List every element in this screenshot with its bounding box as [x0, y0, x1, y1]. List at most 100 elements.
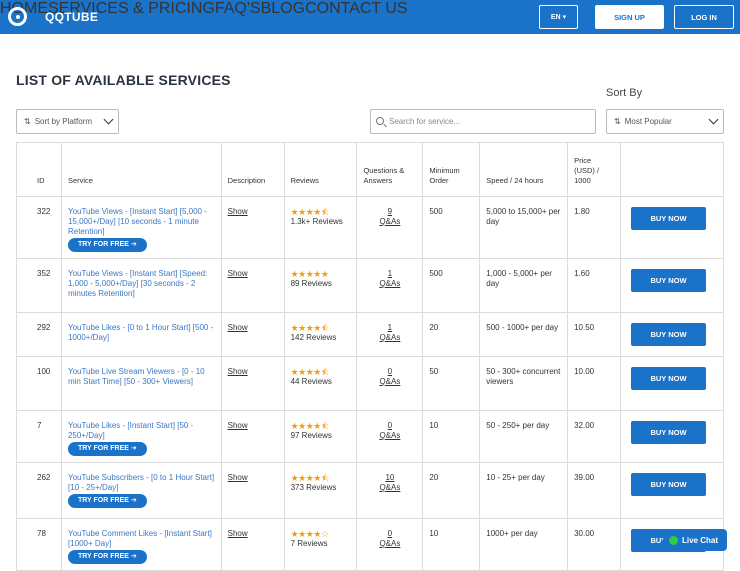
qa-cell[interactable]: 1 Q&As	[356, 312, 424, 357]
qa-cell[interactable]: 1 Q&As	[356, 258, 424, 313]
service-link[interactable]: YouTube Views - [Instant Start] [Speed: …	[68, 269, 215, 299]
qa-count[interactable]: 0	[363, 421, 416, 431]
filter-icon: ⇅	[24, 117, 31, 126]
logo-icon	[8, 7, 27, 26]
star-rating-icon: ★★★★⯪	[290, 473, 330, 483]
page-title: LIST OF AVAILABLE SERVICES	[16, 72, 231, 88]
service-search-input[interactable]: Search for service...	[370, 109, 596, 134]
live-chat-button[interactable]: Live Chat	[663, 529, 727, 551]
search-icon	[376, 117, 384, 125]
nav-contact-us[interactable]: CONTACT US	[305, 0, 408, 17]
nav-blog[interactable]: BLOG	[261, 0, 305, 17]
qa-cell[interactable]: 9 Q&As	[356, 196, 424, 259]
price-cell: 1.80	[567, 196, 621, 259]
show-description-link[interactable]: Show	[228, 323, 248, 332]
log-in-button[interactable]: LOG IN	[674, 5, 734, 29]
qa-link[interactable]: Q&As	[363, 279, 416, 289]
service-cell: YouTube Views - [Instant Start] [5,000 -…	[60, 196, 222, 259]
table-row: 7 YouTube Likes - [Instant Start] [50 - 2…	[16, 410, 724, 463]
top-navbar: QQTUBE HOMESERVICES & PRICINGFAQ'SBLOGCO…	[0, 0, 740, 34]
service-link[interactable]: YouTube Live Stream Viewers - [0 - 10 mi…	[68, 367, 215, 387]
show-description-link[interactable]: Show	[228, 207, 248, 216]
col-speed: Speed / 24 hours	[479, 142, 569, 197]
sort-select[interactable]: ⇅ Most Popular	[606, 109, 724, 134]
qa-count[interactable]: 10	[363, 473, 416, 483]
price-cell: 10.00	[567, 356, 621, 411]
action-cell: BUY NOW	[620, 258, 724, 313]
review-count: 1.3k+ Reviews	[290, 217, 343, 226]
table-row: 292 YouTube Likes - [0 to 1 Hour Start] […	[16, 312, 724, 357]
service-id: 292	[16, 312, 62, 357]
try-for-free-button[interactable]: TRY FOR FREE ➔	[67, 238, 147, 252]
platform-select-label: Sort by Platform	[34, 117, 93, 126]
qa-count[interactable]: 1	[363, 269, 416, 279]
col-action	[620, 142, 724, 197]
speed-cell: 50 - 300+ concurrent viewers	[479, 356, 569, 411]
online-dot-icon	[669, 535, 678, 545]
qa-cell[interactable]: 0 Q&As	[356, 356, 424, 411]
price-cell: 32.00	[567, 410, 621, 463]
description-cell: Show	[220, 518, 285, 571]
price-cell: 30.00	[567, 518, 621, 571]
service-cell: YouTube Subscribers - [0 to 1 Hour Start…	[60, 462, 222, 519]
qa-link[interactable]: Q&As	[363, 431, 416, 441]
service-link[interactable]: YouTube Comment Likes - [Instant Start] …	[68, 529, 215, 549]
min-order-cell: 50	[422, 356, 481, 411]
buy-now-button[interactable]: BUY NOW	[631, 269, 706, 292]
qa-count[interactable]: 1	[363, 323, 416, 333]
logo[interactable]: QQTUBE	[8, 7, 98, 26]
reviews-cell: ★★★★⯪ 97 Reviews	[283, 410, 358, 463]
try-for-free-button[interactable]: TRY FOR FREE ➔	[67, 550, 147, 564]
filter-icon: ⇅	[614, 117, 621, 126]
qa-link[interactable]: Q&As	[363, 217, 416, 227]
qa-cell[interactable]: 0 Q&As	[356, 410, 424, 463]
qa-link[interactable]: Q&As	[363, 483, 416, 493]
service-id: 322	[16, 196, 62, 259]
min-order-cell: 500	[422, 258, 481, 313]
qa-count[interactable]: 0	[363, 367, 416, 377]
qa-count[interactable]: 9	[363, 207, 416, 217]
review-count: 373 Reviews	[290, 483, 337, 492]
show-description-link[interactable]: Show	[228, 473, 248, 482]
show-description-link[interactable]: Show	[228, 367, 248, 376]
show-description-link[interactable]: Show	[228, 421, 248, 430]
qa-count[interactable]: 0	[363, 529, 416, 539]
col-reviews: Reviews	[283, 142, 358, 197]
reviews-cell: ★★★★⯪ 44 Reviews	[283, 356, 358, 411]
language-dropdown[interactable]: EN ▾	[539, 5, 578, 29]
services-table: ID Service Description Reviews Questions…	[16, 142, 724, 571]
nav-faq-s[interactable]: FAQ'S	[215, 0, 261, 17]
qa-cell[interactable]: 10 Q&As	[356, 462, 424, 519]
show-description-link[interactable]: Show	[228, 529, 248, 538]
live-chat-label: Live Chat	[682, 535, 719, 545]
service-link[interactable]: YouTube Likes - [Instant Start] [50 - 25…	[68, 421, 215, 441]
buy-now-button[interactable]: BUY NOW	[631, 473, 706, 496]
platform-select[interactable]: ⇅ Sort by Platform	[16, 109, 119, 134]
buy-now-button[interactable]: BUY NOW	[631, 207, 706, 230]
buy-now-button[interactable]: BUY NOW	[631, 421, 706, 444]
show-description-link[interactable]: Show	[228, 269, 248, 278]
caret-down-icon: ▾	[562, 14, 567, 21]
sign-up-button[interactable]: SIGN UP	[595, 5, 664, 29]
service-link[interactable]: YouTube Views - [Instant Start] [5,000 -…	[68, 207, 215, 237]
reviews-cell: ★★★★⯪ 1.3k+ Reviews	[283, 196, 358, 259]
service-id: 7	[16, 410, 62, 463]
buy-now-button[interactable]: BUY NOW	[631, 323, 706, 346]
review-count: 97 Reviews	[290, 431, 332, 440]
col-description: Description	[220, 142, 285, 197]
try-for-free-button[interactable]: TRY FOR FREE ➔	[67, 442, 147, 456]
try-for-free-button[interactable]: TRY FOR FREE ➔	[67, 494, 147, 508]
star-rating-icon: ★★★★⯪	[290, 367, 330, 377]
qa-link[interactable]: Q&As	[363, 539, 416, 549]
action-cell: BUY NOW	[620, 410, 724, 463]
buy-now-button[interactable]: BUY NOW	[631, 367, 706, 390]
service-link[interactable]: YouTube Subscribers - [0 to 1 Hour Start…	[68, 473, 215, 493]
qa-link[interactable]: Q&As	[363, 377, 416, 387]
service-link[interactable]: YouTube Likes - [0 to 1 Hour Start] [500…	[68, 323, 215, 343]
min-order-cell: 500	[422, 196, 481, 259]
qa-cell[interactable]: 0 Q&As	[356, 518, 424, 571]
table-row: 352 YouTube Views - [Instant Start] [Spee…	[16, 258, 724, 313]
action-cell: BUY NOW	[620, 312, 724, 357]
col-service: Service	[60, 142, 222, 197]
qa-link[interactable]: Q&As	[363, 333, 416, 343]
